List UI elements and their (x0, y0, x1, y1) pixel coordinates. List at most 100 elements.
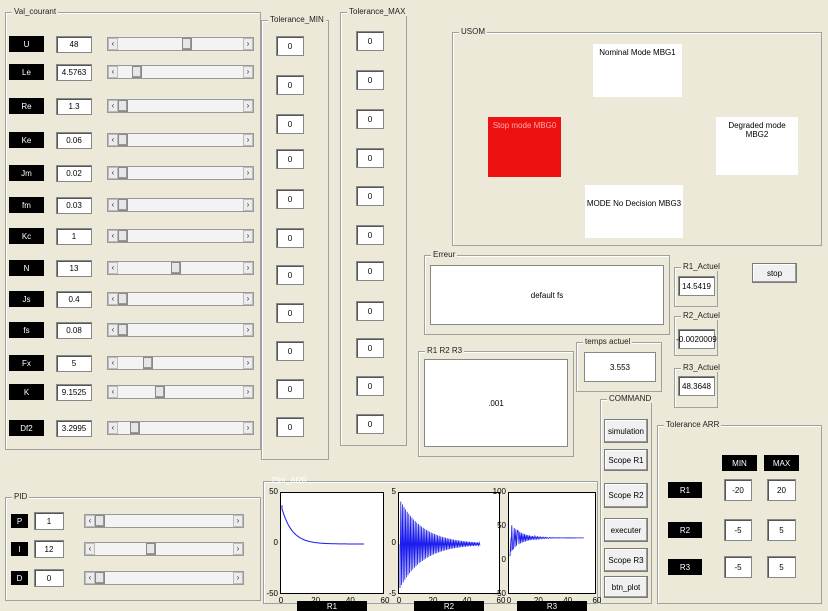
slider-left-arrow-icon[interactable]: ‹ (108, 386, 118, 398)
slider-right-arrow-icon[interactable]: › (243, 357, 253, 369)
tolerance-min-field[interactable]: 0 (276, 36, 304, 56)
tolerance-min-field[interactable]: 0 (276, 114, 304, 134)
tolerance-max-field[interactable]: 0 (356, 301, 384, 321)
tol-arr-max-r3[interactable]: 5 (767, 556, 796, 578)
scope-r1-button[interactable]: Scope R1 (604, 449, 648, 471)
slider-left-arrow-icon[interactable]: ‹ (108, 66, 118, 78)
slider-thumb[interactable] (182, 38, 192, 50)
slider-right-arrow-icon[interactable]: › (243, 100, 253, 112)
slider-right-arrow-icon[interactable]: › (243, 422, 253, 434)
slider-left-arrow-icon[interactable]: ‹ (108, 134, 118, 146)
param-slider-ke[interactable]: ‹ › (107, 133, 254, 147)
param-slider-js[interactable]: ‹ › (107, 292, 254, 306)
slider-thumb[interactable] (95, 515, 105, 527)
scope-r2-button[interactable]: Scope R2 (604, 483, 648, 508)
param-slider-u[interactable]: ‹ › (107, 37, 254, 51)
tolerance-max-field[interactable]: 0 (356, 70, 384, 90)
param-value-n[interactable]: 13 (56, 260, 92, 277)
slider-right-arrow-icon[interactable]: › (243, 134, 253, 146)
tolerance-max-field[interactable]: 0 (356, 31, 384, 51)
param-slider-re[interactable]: ‹ › (107, 99, 254, 113)
param-value-js[interactable]: 0.4 (56, 291, 92, 308)
param-value-k[interactable]: 9.1525 (56, 384, 92, 401)
param-slider-fx[interactable]: ‹ › (107, 356, 254, 370)
param-slider-fs[interactable]: ‹ › (107, 323, 254, 337)
slider-right-arrow-icon[interactable]: › (243, 167, 253, 179)
slider-left-arrow-icon[interactable]: ‹ (108, 199, 118, 211)
param-slider-fm[interactable]: ‹ › (107, 198, 254, 212)
slider-left-arrow-icon[interactable]: ‹ (108, 293, 118, 305)
tolerance-max-field[interactable]: 0 (356, 109, 384, 129)
tolerance-max-field[interactable]: 0 (356, 414, 384, 434)
slider-left-arrow-icon[interactable]: ‹ (108, 167, 118, 179)
tol-arr-max-r1[interactable]: 20 (767, 479, 796, 501)
param-value-kc[interactable]: 1 (56, 228, 92, 245)
tolerance-min-field[interactable]: 0 (276, 341, 304, 361)
slider-right-arrow-icon[interactable]: › (233, 543, 243, 555)
tolerance-min-field[interactable]: 0 (276, 379, 304, 399)
slider-thumb[interactable] (118, 167, 128, 179)
param-value-fx[interactable]: 5 (56, 355, 92, 372)
slider-thumb[interactable] (118, 230, 128, 242)
tol-arr-min-r2[interactable]: -5 (724, 519, 752, 541)
slider-thumb[interactable] (130, 422, 140, 434)
tolerance-max-field[interactable]: 0 (356, 148, 384, 168)
param-slider-jm[interactable]: ‹ › (107, 166, 254, 180)
slider-left-arrow-icon[interactable]: ‹ (108, 262, 118, 274)
tolerance-min-field[interactable]: 0 (276, 265, 304, 285)
tolerance-max-field[interactable]: 0 (356, 338, 384, 358)
tolerance-max-field[interactable]: 0 (356, 376, 384, 396)
slider-left-arrow-icon[interactable]: ‹ (108, 357, 118, 369)
slider-thumb[interactable] (118, 134, 128, 146)
tol-arr-min-r1[interactable]: -20 (724, 479, 752, 501)
tolerance-min-field[interactable]: 0 (276, 417, 304, 437)
slider-left-arrow-icon[interactable]: ‹ (108, 422, 118, 434)
slider-right-arrow-icon[interactable]: › (243, 262, 253, 274)
slider-left-arrow-icon[interactable]: ‹ (85, 572, 95, 584)
pid-value-p[interactable]: 1 (34, 512, 64, 530)
slider-right-arrow-icon[interactable]: › (243, 386, 253, 398)
slider-left-arrow-icon[interactable]: ‹ (108, 324, 118, 336)
tolerance-max-field[interactable]: 0 (356, 186, 384, 206)
tolerance-max-field[interactable]: 0 (356, 261, 384, 281)
slider-right-arrow-icon[interactable]: › (243, 38, 253, 50)
tolerance-min-field[interactable]: 0 (276, 149, 304, 169)
tolerance-min-field[interactable]: 0 (276, 189, 304, 209)
slider-thumb[interactable] (118, 293, 128, 305)
pid-value-i[interactable]: 12 (34, 540, 64, 558)
slider-right-arrow-icon[interactable]: › (233, 515, 243, 527)
slider-thumb[interactable] (155, 386, 165, 398)
tol-arr-min-r3[interactable]: -5 (724, 556, 752, 578)
tolerance-min-field[interactable]: 0 (276, 303, 304, 323)
simulation-button[interactable]: simulation (604, 419, 648, 443)
executer-button[interactable]: executer (604, 518, 648, 542)
stop-button[interactable]: stop (752, 263, 797, 283)
pid-slider-i[interactable]: ‹ › (84, 542, 244, 556)
tol-arr-max-r2[interactable]: 5 (767, 519, 796, 541)
slider-right-arrow-icon[interactable]: › (243, 324, 253, 336)
param-slider-k[interactable]: ‹ › (107, 385, 254, 399)
slider-right-arrow-icon[interactable]: › (233, 572, 243, 584)
slider-thumb[interactable] (118, 324, 128, 336)
slider-right-arrow-icon[interactable]: › (243, 293, 253, 305)
pid-slider-d[interactable]: ‹ › (84, 571, 244, 585)
slider-left-arrow-icon[interactable]: ‹ (108, 230, 118, 242)
slider-right-arrow-icon[interactable]: › (243, 230, 253, 242)
slider-thumb[interactable] (171, 262, 181, 274)
param-slider-df2[interactable]: ‹ › (107, 421, 254, 435)
slider-left-arrow-icon[interactable]: ‹ (108, 100, 118, 112)
slider-thumb[interactable] (146, 543, 156, 555)
tolerance-max-field[interactable]: 0 (356, 225, 384, 245)
pid-value-d[interactable]: 0 (34, 569, 64, 587)
param-slider-kc[interactable]: ‹ › (107, 229, 254, 243)
slider-left-arrow-icon[interactable]: ‹ (108, 38, 118, 50)
param-value-re[interactable]: 1.3 (56, 98, 92, 115)
param-slider-le[interactable]: ‹ › (107, 65, 254, 79)
scope-r3-button[interactable]: Scope R3 (604, 548, 648, 572)
param-value-u[interactable]: 48 (56, 36, 92, 53)
slider-thumb[interactable] (118, 100, 128, 112)
slider-thumb[interactable] (143, 357, 153, 369)
slider-thumb[interactable] (95, 572, 105, 584)
tolerance-min-field[interactable]: 0 (276, 75, 304, 95)
slider-thumb[interactable] (132, 66, 142, 78)
